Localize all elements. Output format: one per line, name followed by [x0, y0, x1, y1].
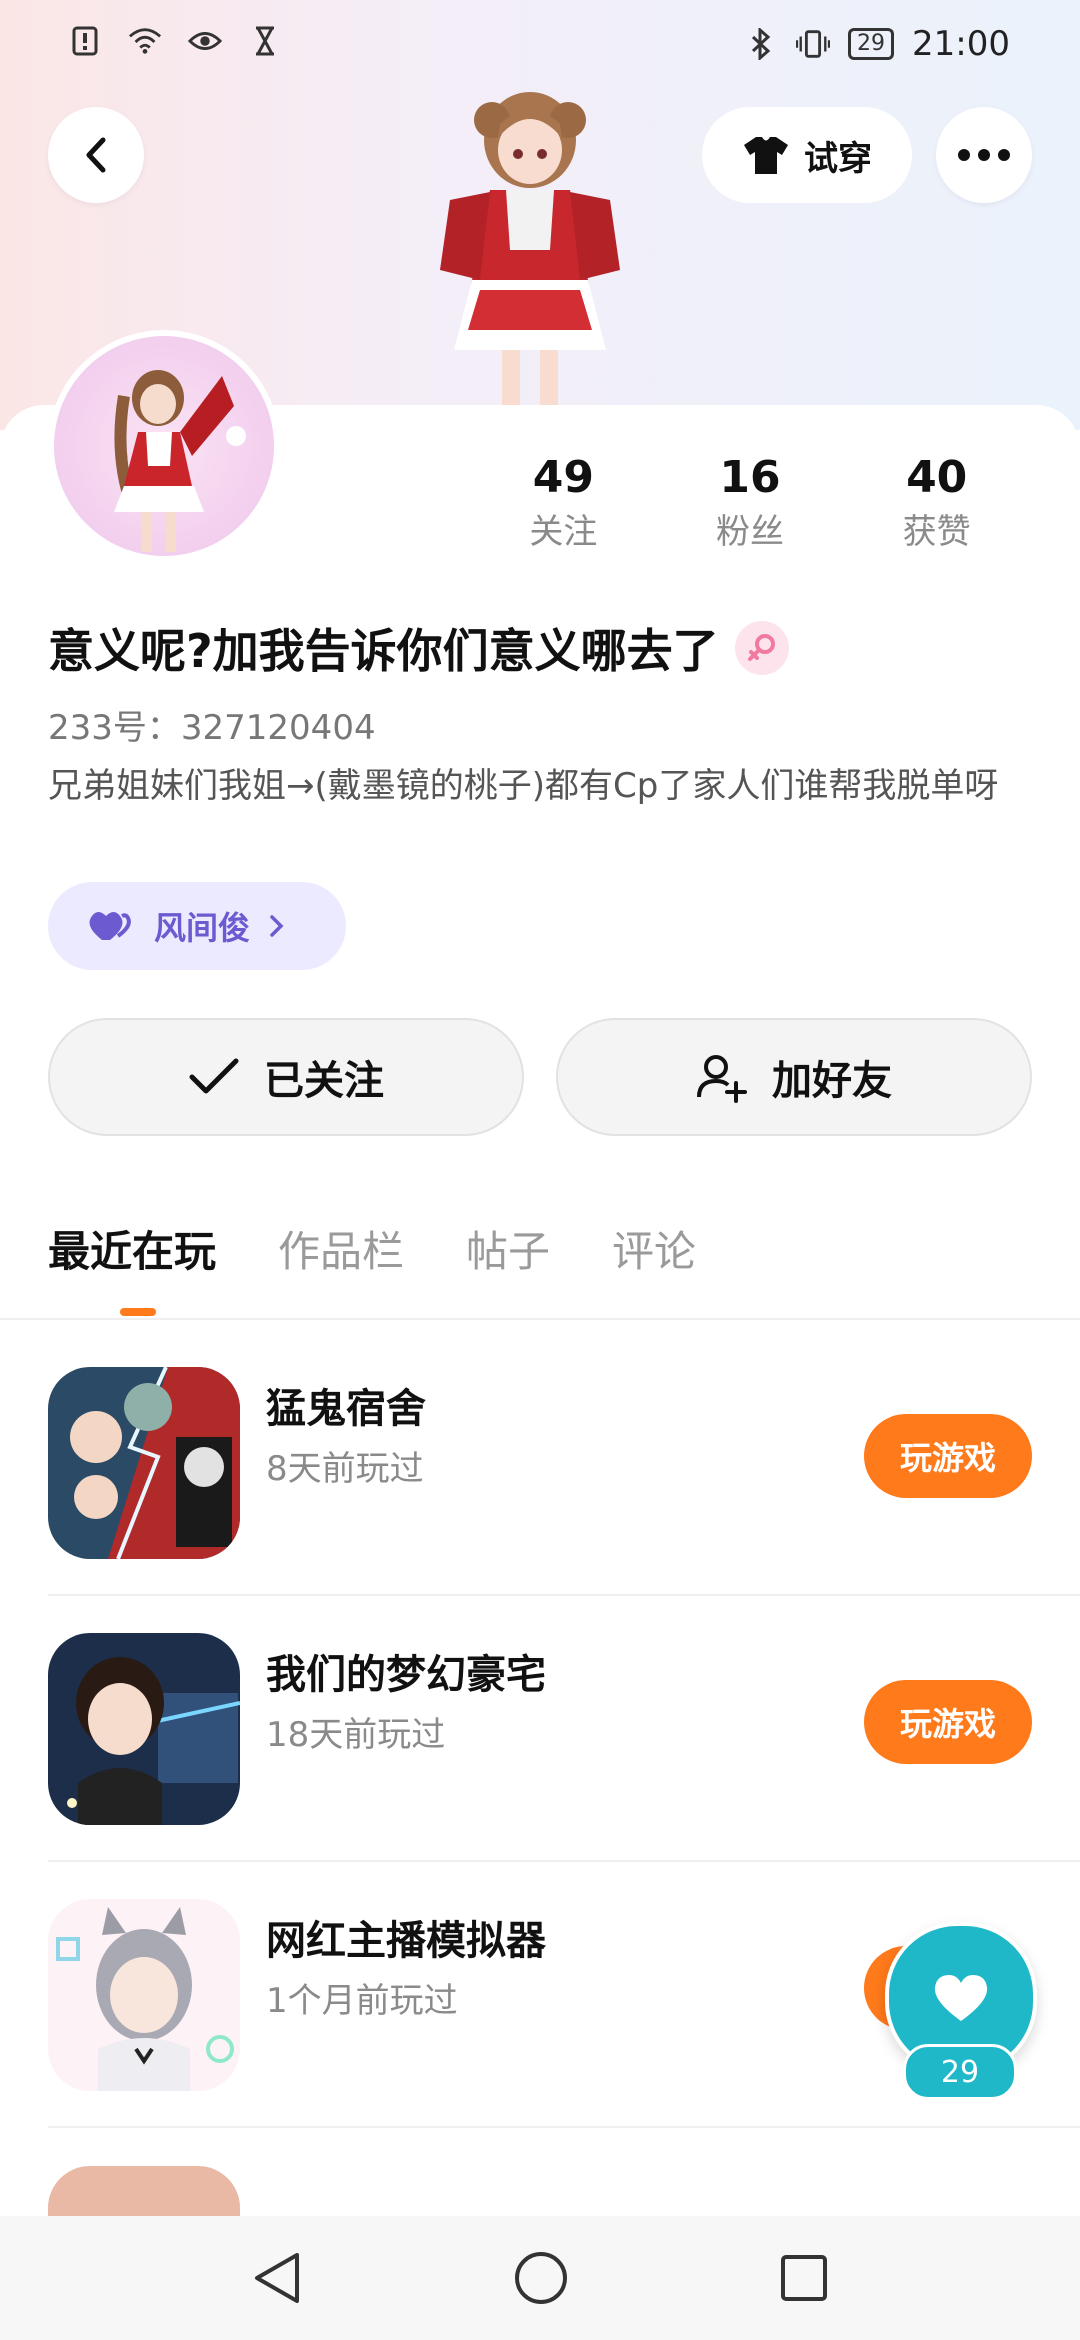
followed-button[interactable]: 已关注: [48, 1018, 524, 1136]
try-on-label: 试穿: [804, 138, 872, 179]
more-button[interactable]: [936, 107, 1032, 203]
status-bar: 29 21:00: [0, 0, 1080, 90]
last-played-time: 1个月前玩过: [266, 1981, 458, 2021]
home-circle-icon[interactable]: [513, 2250, 569, 2306]
tab-comments[interactable]: 评论: [612, 1222, 696, 1282]
play-game-button[interactable]: 玩游戏: [864, 1680, 1032, 1764]
game-icon: [48, 2166, 240, 2216]
back-triangle-icon[interactable]: [251, 2249, 303, 2307]
followers-count: 16: [719, 452, 781, 503]
clock: 21:00: [912, 24, 1010, 64]
list-item[interactable]: 网红主播模拟器 1个月前玩过 玩游戏: [48, 1852, 1032, 2118]
game-title: 我们的梦幻豪宅: [266, 1652, 546, 1698]
divider: [48, 2126, 1080, 2128]
chevron-right-icon: [270, 915, 284, 937]
heart-icon: [934, 1975, 988, 2021]
user-bio: 兄弟姐妹们我姐→(戴墨镜的桃子)都有Cp了家人们谁帮我脱单呀: [48, 766, 999, 806]
shirt-icon: [744, 137, 788, 174]
cp-relation-name: 风间俊: [154, 909, 251, 947]
profile-tabs: 最近在玩 作品栏 帖子 评论: [48, 1222, 696, 1282]
stat-likes[interactable]: 40 获赞: [843, 450, 1030, 556]
vibrate-icon: [796, 27, 831, 61]
female-icon: [734, 621, 789, 675]
game-icon: [48, 1367, 240, 1559]
stat-following[interactable]: 49 关注: [470, 450, 657, 556]
eye-icon: [188, 24, 222, 58]
username-row: 意义呢?加我告诉你们意义哪去了: [48, 615, 789, 681]
bluetooth-icon: [744, 27, 778, 61]
check-icon: [189, 1058, 239, 1094]
list-item[interactable]: 我们的梦幻豪宅 18天前玩过 玩游戏: [48, 1586, 1032, 1852]
username: 意义呢?加我告诉你们意义哪去了: [48, 624, 719, 678]
tab-recently-played[interactable]: 最近在玩: [48, 1222, 216, 1282]
profile-stats: 49 关注 16 粉丝 40 获赞: [470, 450, 1030, 556]
cp-relation-tag[interactable]: 风间俊: [48, 882, 346, 970]
last-played-time: 18天前玩过: [266, 1715, 446, 1755]
followed-label: 已关注: [264, 1058, 384, 1104]
followers-label: 粉丝: [716, 512, 784, 552]
avatar-3d-character: [440, 92, 620, 410]
battery-indicator: 29: [848, 28, 895, 60]
heart-pair-icon: [89, 912, 131, 940]
likes-count: 40: [906, 452, 968, 503]
game-title: 猛鬼宿舍: [266, 1386, 426, 1432]
likes-label: 获赞: [902, 512, 971, 552]
more-dots-icon: [958, 149, 1010, 161]
system-nav-bar: [0, 2216, 1080, 2340]
avatar-image: [54, 336, 274, 556]
like-count-badge: 29: [903, 2044, 1017, 2100]
game-icon: [48, 1899, 240, 2091]
tab-posts[interactable]: 帖子: [466, 1222, 550, 1282]
wifi-icon: [128, 24, 162, 58]
play-game-button[interactable]: 玩游戏: [864, 1414, 1032, 1498]
recents-square-icon[interactable]: [779, 2253, 829, 2303]
add-user-icon: [697, 1055, 747, 1103]
stat-followers[interactable]: 16 粉丝: [657, 450, 844, 556]
avatar[interactable]: [48, 330, 280, 562]
list-item[interactable]: 猛鬼宿舍 8天前玩过 玩游戏: [48, 1320, 1032, 1586]
alert-icon: [68, 24, 102, 58]
hourglass-icon: [248, 24, 282, 58]
tab-works[interactable]: 作品栏: [278, 1222, 404, 1282]
try-on-button[interactable]: 试穿: [702, 107, 912, 203]
following-label: 关注: [529, 512, 598, 552]
active-tab-indicator: [120, 1308, 156, 1316]
back-button[interactable]: [48, 107, 144, 203]
add-friend-button[interactable]: 加好友: [556, 1018, 1032, 1136]
following-count: 49: [532, 452, 594, 503]
game-title: 网红主播模拟器: [266, 1918, 546, 1964]
last-played-time: 8天前玩过: [266, 1449, 424, 1489]
game-icon: [48, 1633, 240, 1825]
add-friend-label: 加好友: [772, 1058, 892, 1104]
chevron-left-icon: [86, 137, 106, 173]
user-id: 233号：327120404: [48, 708, 376, 748]
